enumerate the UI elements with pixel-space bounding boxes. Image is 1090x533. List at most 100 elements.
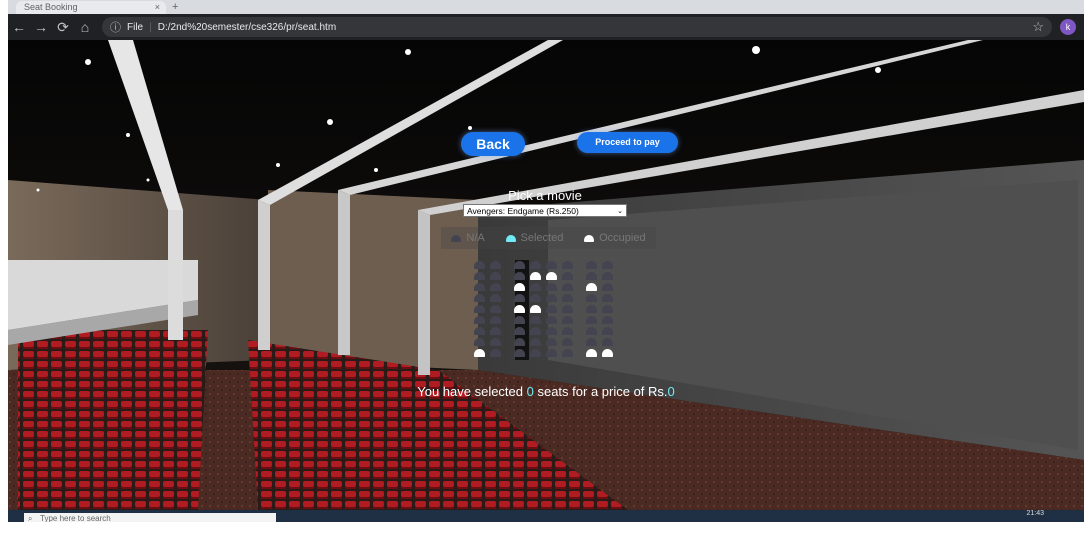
- seat[interactable]: [514, 338, 525, 346]
- seat[interactable]: [514, 349, 525, 357]
- seat[interactable]: [474, 261, 485, 269]
- seat[interactable]: [562, 338, 573, 346]
- seat[interactable]: [490, 261, 501, 269]
- seat[interactable]: [530, 261, 541, 269]
- proceed-to-pay-button[interactable]: Proceed to pay: [577, 132, 678, 153]
- url-text[interactable]: D:/2nd%20semester/cse326/pr/seat.htm: [158, 22, 336, 33]
- seat[interactable]: [530, 338, 541, 346]
- seat[interactable]: [490, 283, 501, 291]
- seat[interactable]: [530, 349, 541, 357]
- seat[interactable]: [514, 316, 525, 324]
- seat[interactable]: [530, 327, 541, 335]
- windows-taskbar: ⌕ Type here to search 21:43: [8, 510, 1084, 522]
- seat[interactable]: [514, 272, 525, 280]
- reload-icon[interactable]: ⟳: [52, 19, 74, 36]
- seat[interactable]: [562, 305, 573, 313]
- occupied-seat: [474, 349, 485, 357]
- seat[interactable]: [474, 316, 485, 324]
- tab-strip: Seat Booking × +: [8, 0, 1084, 14]
- seat[interactable]: [602, 283, 613, 291]
- url-separator: |: [149, 21, 152, 33]
- seat[interactable]: [474, 294, 485, 302]
- occupied-seat: [514, 283, 525, 291]
- seat[interactable]: [562, 272, 573, 280]
- occupied-seat: [586, 349, 597, 357]
- seat[interactable]: [562, 294, 573, 302]
- seat[interactable]: [602, 327, 613, 335]
- pick-movie-label: Pick a movie: [508, 188, 582, 203]
- taskbar-search-placeholder: Type here to search: [40, 514, 111, 522]
- seat[interactable]: [602, 272, 613, 280]
- seat[interactable]: [546, 305, 557, 313]
- seat[interactable]: [546, 338, 557, 346]
- seat[interactable]: [562, 327, 573, 335]
- home-icon[interactable]: ⌂: [74, 19, 96, 35]
- seat[interactable]: [562, 261, 573, 269]
- seat[interactable]: [586, 305, 597, 313]
- selection-summary: You have selected 0 seats for a price of…: [8, 384, 1084, 399]
- seat[interactable]: [474, 305, 485, 313]
- seat-legend: N/A Selected Occupied: [441, 227, 656, 249]
- tab-title: Seat Booking: [24, 2, 78, 12]
- seat[interactable]: [514, 294, 525, 302]
- occupied-seat-icon: [584, 234, 595, 242]
- seat[interactable]: [602, 294, 613, 302]
- seat[interactable]: [490, 349, 501, 357]
- seat[interactable]: [546, 327, 557, 335]
- seat[interactable]: [490, 327, 501, 335]
- seat[interactable]: [490, 272, 501, 280]
- address-bar[interactable]: ⓘ File | D:/2nd%20semester/cse326/pr/sea…: [102, 17, 1052, 37]
- info-icon[interactable]: ⓘ: [110, 19, 121, 35]
- seat[interactable]: [546, 349, 557, 357]
- seat[interactable]: [562, 283, 573, 291]
- occupied-seat: [586, 283, 597, 291]
- seat[interactable]: [530, 316, 541, 324]
- seat[interactable]: [514, 261, 525, 269]
- seat[interactable]: [530, 283, 541, 291]
- profile-avatar[interactable]: k: [1060, 19, 1076, 35]
- seat[interactable]: [586, 261, 597, 269]
- seat[interactable]: [546, 294, 557, 302]
- back-arrow-icon[interactable]: ←: [8, 19, 30, 35]
- seat[interactable]: [474, 338, 485, 346]
- seat[interactable]: [586, 316, 597, 324]
- seat[interactable]: [562, 316, 573, 324]
- seat[interactable]: [602, 338, 613, 346]
- seat[interactable]: [546, 283, 557, 291]
- taskbar-clock: 21:43: [1026, 510, 1044, 517]
- legend-selected-label: Selected: [520, 232, 564, 244]
- bookmark-star-icon[interactable]: ☆: [1032, 19, 1044, 35]
- seat[interactable]: [474, 283, 485, 291]
- seat[interactable]: [586, 338, 597, 346]
- summary-middle: seats for a price of Rs.: [533, 384, 668, 399]
- seat[interactable]: [490, 305, 501, 313]
- movie-select[interactable]: Avengers: Endgame (Rs.250) ⌄: [463, 204, 627, 217]
- seat[interactable]: [602, 261, 613, 269]
- seat[interactable]: [490, 294, 501, 302]
- seat[interactable]: [474, 272, 485, 280]
- occupied-seat: [530, 305, 541, 313]
- seat[interactable]: [602, 316, 613, 324]
- seat[interactable]: [546, 316, 557, 324]
- seat[interactable]: [546, 261, 557, 269]
- seat[interactable]: [602, 305, 613, 313]
- seat[interactable]: [586, 294, 597, 302]
- seat[interactable]: [490, 338, 501, 346]
- browser-tab[interactable]: Seat Booking ×: [16, 1, 166, 14]
- seat[interactable]: [586, 272, 597, 280]
- occupied-seat: [530, 272, 541, 280]
- seat[interactable]: [490, 316, 501, 324]
- taskbar-search[interactable]: ⌕ Type here to search: [24, 513, 276, 522]
- occupied-seat: [602, 349, 613, 357]
- seat[interactable]: [586, 327, 597, 335]
- seat[interactable]: [514, 327, 525, 335]
- legend-occupied: Occupied: [584, 232, 646, 244]
- seat[interactable]: [562, 349, 573, 357]
- forward-arrow-icon[interactable]: →: [30, 19, 52, 35]
- summary-prefix: You have selected: [417, 384, 527, 399]
- tab-close-icon[interactable]: ×: [155, 1, 160, 14]
- seat[interactable]: [530, 294, 541, 302]
- seat[interactable]: [474, 327, 485, 335]
- back-button[interactable]: Back: [461, 132, 525, 156]
- new-tab-button[interactable]: +: [172, 0, 178, 14]
